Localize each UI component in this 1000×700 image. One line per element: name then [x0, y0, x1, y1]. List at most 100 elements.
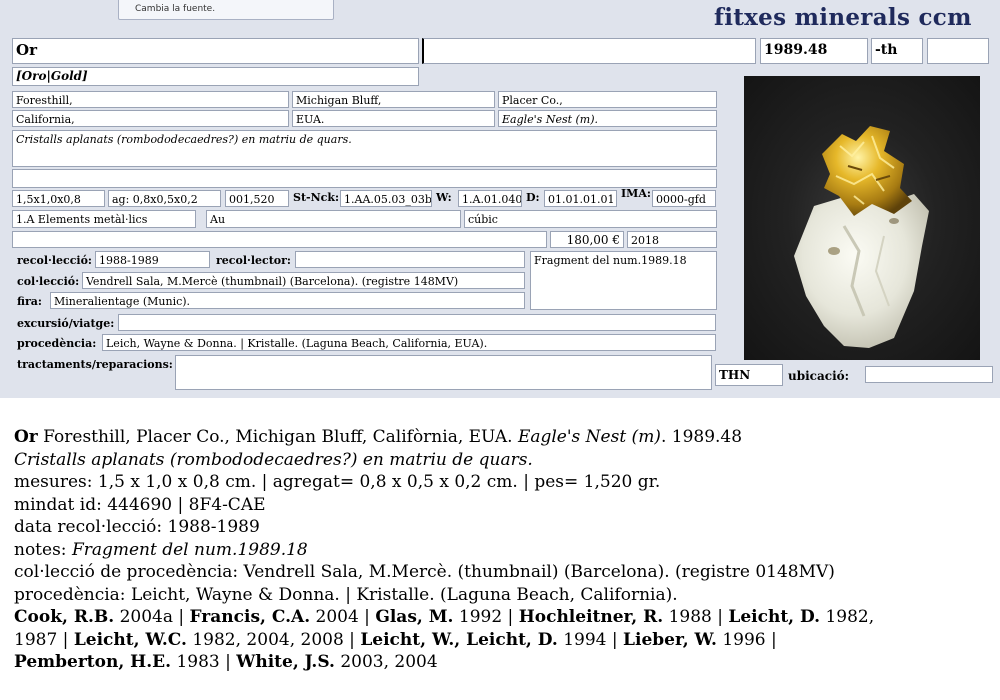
ima-label: IMA: [621, 187, 651, 200]
collector-field[interactable] [295, 251, 525, 268]
summary-provenance: procedència: Leicht, Wayne & Donna. | Kr… [14, 584, 678, 605]
reference-years: 2004 [315, 607, 359, 627]
reference-line: Cook, R.B. 2004a | Francis, C.A. 2004 | … [14, 606, 994, 629]
provenance-field[interactable]: Leich, Wayne & Donna. | Kristalle. (Lagu… [102, 334, 716, 351]
summary-notes-label: notes: [14, 539, 67, 560]
reference-separator: | [765, 629, 777, 650]
reference-author: Pemberton, H.E. [14, 652, 172, 672]
collection-field[interactable]: Vendrell Sala, M.Mercè (thumbnail) (Barc… [82, 272, 525, 289]
aggregate-field[interactable]: ag: 0,8x0,5x0,2 [108, 190, 221, 207]
provenance-label: procedència: [17, 337, 97, 350]
reference-separator: | [606, 629, 624, 650]
w-label: W: [436, 191, 452, 204]
reference-author: Cook, R.B. [14, 607, 115, 627]
reference-author: Hochleitner, R. [518, 607, 664, 627]
reference-author: Leicht, W., Leicht, D. [360, 629, 558, 650]
treatments-label: tractaments/reparacions: [17, 358, 173, 371]
location-label: ubicació: [788, 369, 850, 383]
notes-field[interactable]: Fragment del num.1989.18 [530, 251, 717, 310]
d-label: D: [526, 191, 540, 204]
locality-4-field[interactable]: California, [12, 110, 289, 127]
reference-separator: | [502, 607, 519, 627]
location-field[interactable] [865, 366, 993, 383]
reference-years: 2004a [119, 607, 173, 627]
reference-separator: | [57, 629, 74, 650]
summary-measurements: mesures: 1,5 x 1,0 x 0,8 cm. | agregat= … [14, 472, 661, 492]
reference-years: 1983 [176, 652, 220, 672]
summary-notes: notes: Fragment del num.1989.18 [14, 539, 994, 562]
reference-years: 1996 [722, 629, 766, 650]
summary-provenance-collection: col·lecció de procedència: Vendrell Sala… [14, 562, 835, 582]
mine-field[interactable]: Eagle's Nest (m). [498, 110, 717, 127]
price-row-blank-field[interactable] [12, 231, 547, 248]
strunz-label: St-Nck: [293, 191, 340, 204]
reference-author: Leicht, W.C. [73, 629, 187, 650]
mineral-name-field[interactable]: Or [12, 38, 419, 64]
reference-years: 1992 [458, 607, 503, 627]
summary-dot: . [660, 427, 667, 447]
locality-1-field[interactable]: Foresthill, [12, 91, 289, 108]
reference-author: White, J.S. [236, 652, 335, 672]
field-top-middle[interactable] [422, 38, 756, 64]
catalog-number-field[interactable]: 1989.48 [760, 38, 868, 64]
crystal-system-field[interactable]: cúbic [464, 210, 717, 228]
reference-years: 2003, 2004 [340, 652, 438, 672]
summary-number: 1989.48 [671, 427, 743, 447]
ima-field[interactable]: 0000-gfd [652, 190, 716, 207]
collection-label: col·lecció: [17, 275, 80, 288]
summary-locality: Foresthill, Placer Co., Michigan Bluff, … [43, 427, 513, 447]
fair-label: fira: [17, 295, 42, 308]
weight-field[interactable]: 001,520 [225, 190, 289, 207]
price-field[interactable]: 180,00 € [550, 231, 624, 248]
reference-years: 1988 [668, 607, 712, 627]
locality-2-field[interactable]: Michigan Bluff, [292, 91, 495, 108]
reference-separator: | [219, 652, 237, 672]
summary-mindat-id: mindat id: 444690 | 8F4-CAE [14, 494, 266, 515]
app-title: fitxes minerals ccm [714, 4, 972, 31]
reference-separator: | [172, 607, 190, 627]
specimen-summary: Or Foresthill, Placer Co., Michigan Bluf… [14, 426, 994, 674]
reference-author: Leicht, D. [728, 607, 821, 627]
reference-years: 1982, [825, 607, 875, 627]
strunz-field[interactable]: 1.AA.05.03_03b [340, 190, 432, 207]
locality-5-field[interactable]: EUA. [292, 110, 495, 127]
summary-description: Cristalls aplanats (rombododecaedres?) e… [14, 449, 533, 470]
font-popup[interactable]: Cambia la fuente. [118, 0, 334, 20]
gold-specimen-image [794, 126, 929, 348]
reference-line: 1987 | Leicht, W.C. 1982, 2004, 2008 | L… [14, 629, 994, 652]
treatments-field[interactable] [175, 355, 712, 390]
reference-line: Pemberton, H.E. 1983 | White, J.S. 2003,… [14, 651, 994, 674]
class-field[interactable]: 1.A Elements metàl·lics [12, 210, 196, 228]
fair-field[interactable]: Mineralientage (Munic). [50, 292, 525, 309]
summary-references: Cook, R.B. 2004a | Francis, C.A. 2004 | … [14, 606, 994, 674]
dimensions-field[interactable]: 1,5x1,0x0,8 [12, 190, 105, 207]
d-field[interactable]: 01.01.01.01 [544, 190, 617, 207]
reference-separator: | [343, 629, 361, 650]
font-popup-label: Cambia la fuente. [135, 4, 216, 14]
description-extra-field[interactable] [12, 169, 717, 188]
thn-field[interactable]: THN [715, 364, 783, 386]
specimen-photo [744, 76, 980, 360]
number-suffix-field[interactable]: -th [871, 38, 923, 64]
formula-field[interactable]: Au [206, 210, 461, 228]
summary-mineral-name: Or [14, 427, 38, 447]
w-field[interactable]: 1.A.01.040 [458, 190, 522, 207]
reference-separator: | [711, 607, 729, 627]
reference-author: Francis, C.A. [189, 607, 311, 627]
reference-author: Glas, M. [375, 607, 454, 627]
reference-years: 1987 [14, 629, 58, 650]
specimen-form: Cambia la fuente. fitxes minerals ccm Or… [0, 0, 1000, 398]
recollection-field[interactable]: 1988-1989 [95, 251, 210, 268]
description-field[interactable]: Cristalls aplanats (rombododecaedres?) e… [12, 130, 717, 167]
reference-author: Lieber, W. [623, 629, 717, 650]
synonyms-field[interactable]: [Oro|Gold] [12, 67, 419, 86]
trip-label: excursió/viatge: [17, 317, 115, 330]
summary-mine: Eagle's Nest (m) [517, 427, 661, 447]
summary-notes-value: Fragment del num.1989.18 [71, 539, 308, 560]
field-top-right[interactable] [927, 38, 989, 64]
reference-years: 1982, 2004, 2008 [192, 629, 344, 650]
trip-field[interactable] [118, 314, 716, 331]
locality-3-field[interactable]: Placer Co., [498, 91, 717, 108]
collector-label: recol·lector: [216, 254, 291, 267]
year-field[interactable]: 2018 [627, 231, 717, 248]
